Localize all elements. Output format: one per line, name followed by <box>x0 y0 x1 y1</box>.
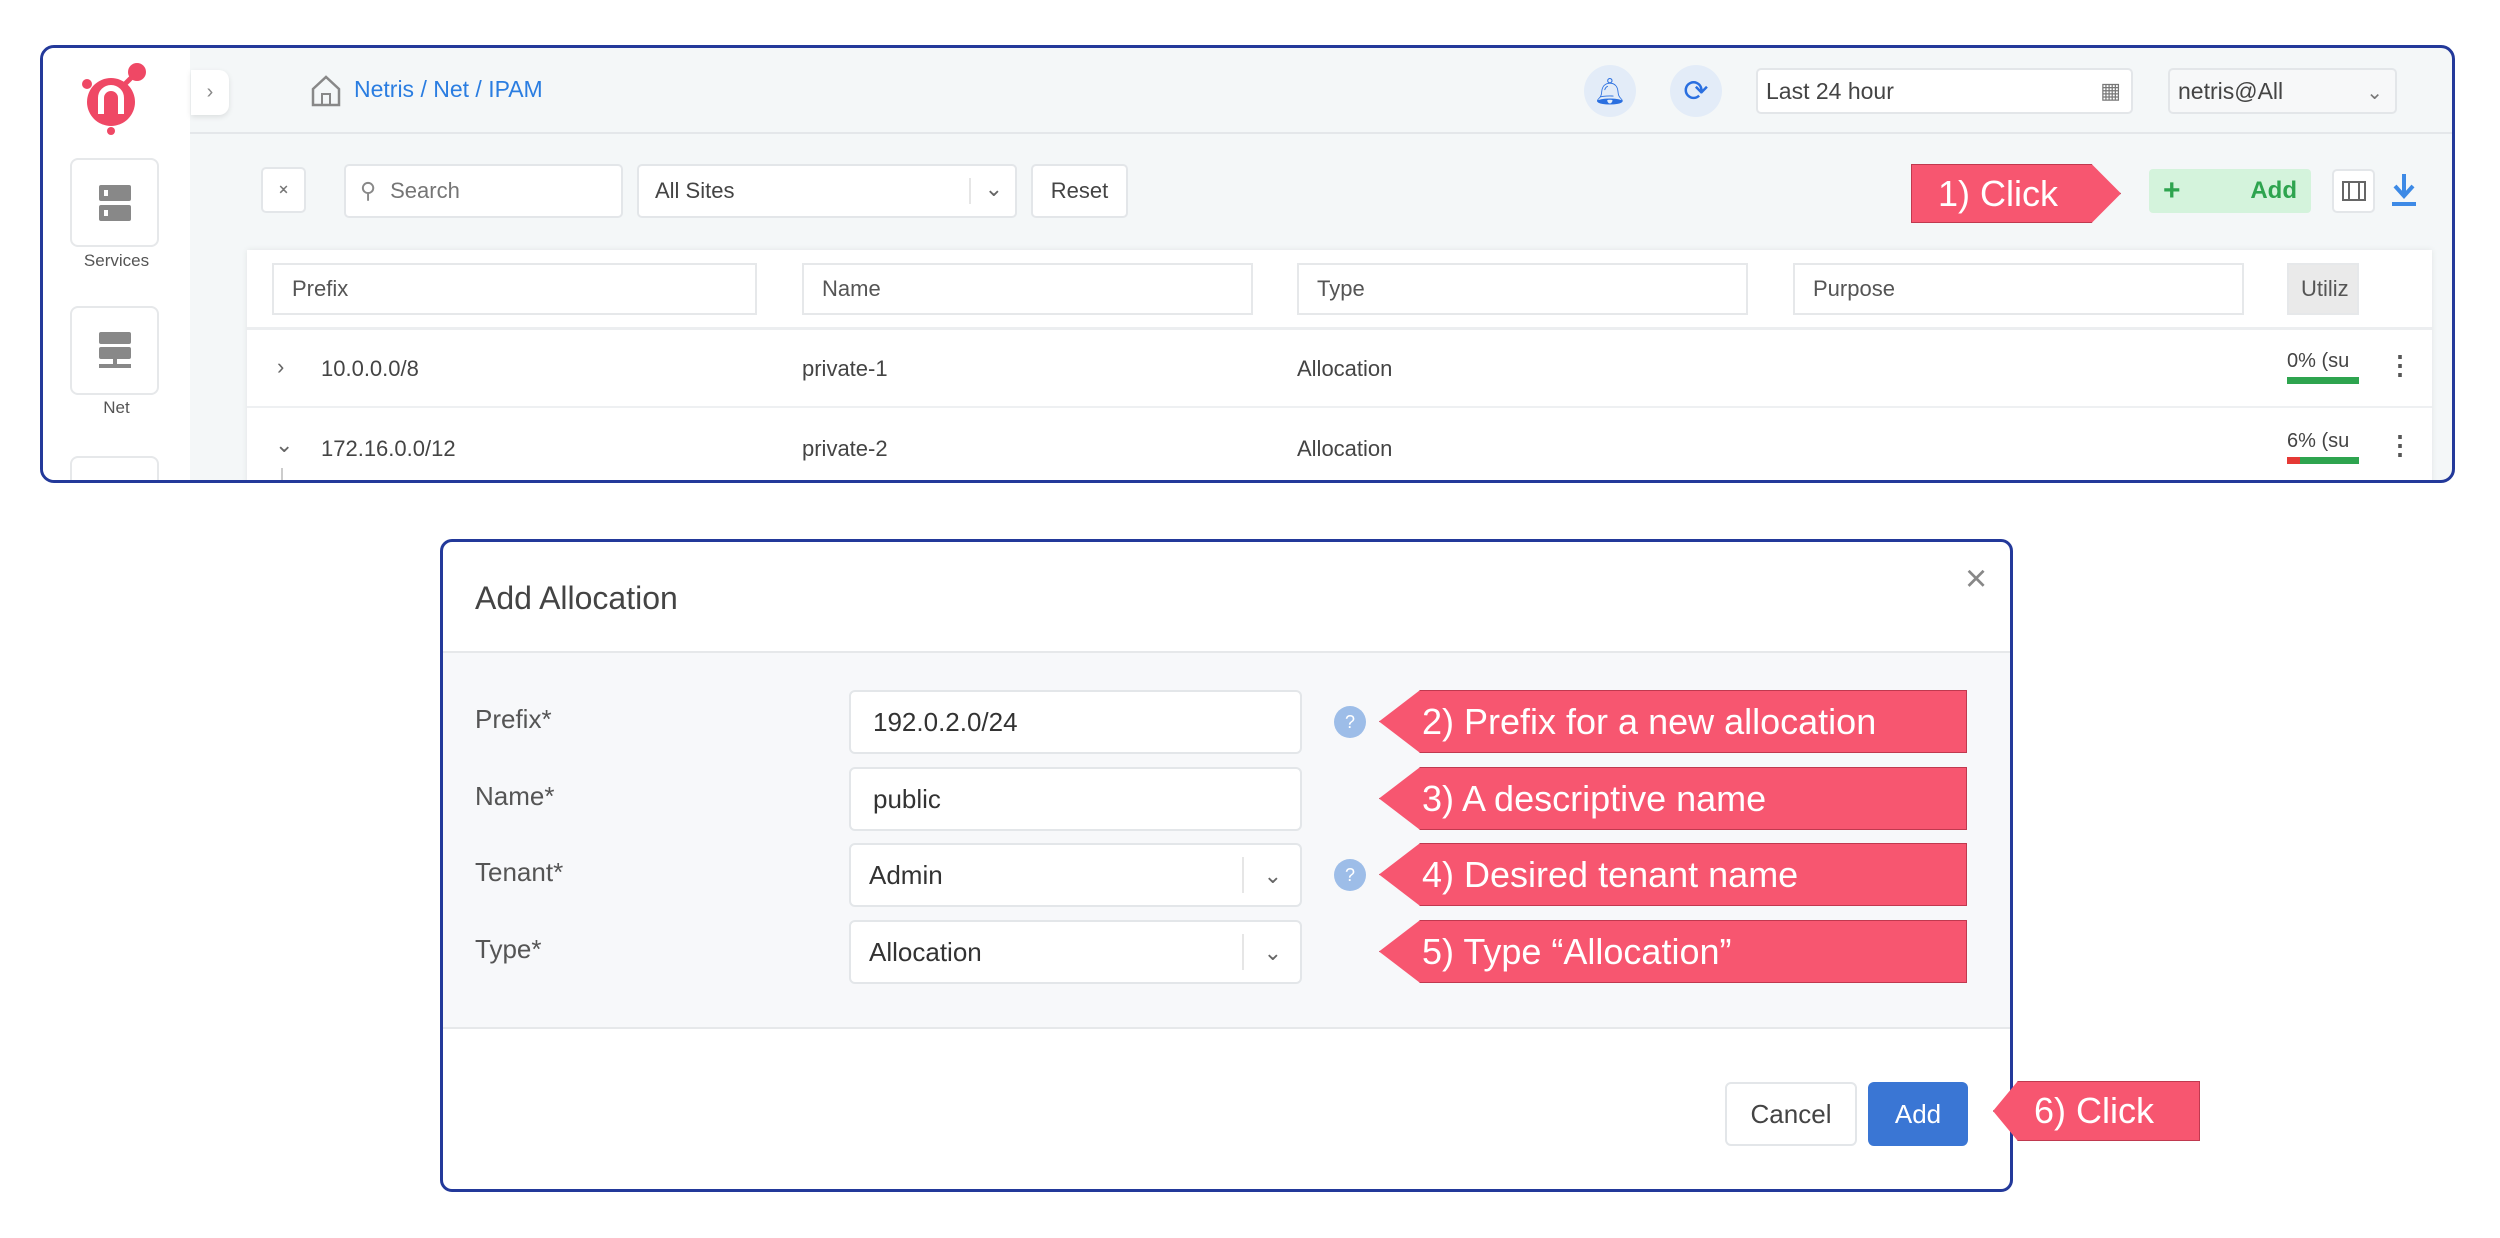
add-allocation-dialog: Add Allocation × Prefix* 192.0.2.0/24 ? … <box>440 539 2013 1192</box>
chevron-down-icon: ⌄ <box>984 176 1003 201</box>
annotation-step6: 6) Click <box>1993 1081 2200 1141</box>
annotation-step3: 3) A descriptive name <box>1379 767 1967 830</box>
utilization-bar <box>2287 377 2359 384</box>
type-label: Type* <box>475 934 542 964</box>
column-header-type[interactable]: Type <box>1297 263 1748 315</box>
chevron-down-icon: ⌄ <box>1263 863 1282 888</box>
breadcrumb[interactable]: Netris / Net / IPAM <box>354 76 543 103</box>
row-menu-icon[interactable]: ⋮ <box>2387 350 2413 381</box>
cancel-button[interactable]: Cancel <box>1725 1082 1857 1146</box>
sidebar-item-label: Services <box>83 251 150 270</box>
annotation-step5: 5) Type “Allocation” <box>1379 920 1967 983</box>
tenant-label: Tenant* <box>475 857 564 887</box>
sidebar-item-more[interactable] <box>70 456 159 480</box>
column-header-name[interactable]: Name <box>802 263 1253 315</box>
search-input[interactable]: ⚲ <box>344 164 623 218</box>
submit-add-button[interactable]: Add <box>1868 1082 1968 1146</box>
cell-type: Allocation <box>1297 356 1393 381</box>
add-button-label: Add <box>2250 177 2297 204</box>
annotation-step4: 4) Desired tenant name <box>1379 843 1967 906</box>
collapse-icon: ⌄ ⌃ <box>275 174 292 206</box>
utilization-bar <box>2287 457 2359 464</box>
column-header-prefix[interactable]: Prefix <box>272 263 757 315</box>
notifications-button[interactable]: 🔔︎ <box>1584 65 1636 117</box>
name-label: Name* <box>475 781 555 811</box>
plus-icon: + <box>2163 174 2181 207</box>
annotation-step1: 1) Click <box>1911 164 2121 223</box>
tenant-value: Admin <box>869 859 943 890</box>
time-range-value: Last 24 hour <box>1766 77 1894 104</box>
cell-prefix: 172.16.0.0/12 <box>321 436 456 461</box>
cell-utilization: 6% (su <box>2287 430 2350 452</box>
column-header-utilization[interactable]: Utiliz <box>2287 263 2359 315</box>
table-row[interactable]: ⌄ 172.16.0.0/12 private-2 Allocation 6% … <box>247 410 2432 480</box>
cell-type: Allocation <box>1297 436 1393 461</box>
columns-icon <box>2341 181 2366 201</box>
netris-logo <box>77 62 153 141</box>
type-select[interactable]: Allocation ⌄ <box>849 920 1302 984</box>
expand-row-icon[interactable]: › <box>277 354 284 380</box>
search-icon: ⚲ <box>360 178 377 203</box>
prefix-input[interactable]: 192.0.2.0/24 <box>849 690 1302 754</box>
help-icon[interactable]: ? <box>1334 859 1366 891</box>
header: Netris / Net / IPAM 🔔︎ ⟳ Last 24 hour ▦ … <box>190 48 2452 134</box>
cell-name: private-2 <box>802 436 888 461</box>
chevron-down-icon: ⌄ <box>1263 940 1282 965</box>
table-row[interactable]: › 10.0.0.0/8 private-1 Allocation 0% (su… <box>247 330 2432 408</box>
columns-button[interactable] <box>2332 169 2375 213</box>
sidebar-item-services[interactable] <box>70 158 159 247</box>
home-icon[interactable] <box>310 74 342 113</box>
help-icon[interactable]: ? <box>1334 706 1366 738</box>
bell-icon: 🔔︎ <box>1593 75 1627 106</box>
annotation-step2: 2) Prefix for a new allocation <box>1379 690 1967 753</box>
collapse-row-icon[interactable]: ⌄ <box>275 432 293 458</box>
dialog-title: Add Allocation <box>475 580 678 616</box>
time-range-input[interactable]: Last 24 hour ▦ <box>1756 68 2133 114</box>
ipam-table: Prefix Name Type Purpose Utiliz › 10.0.0… <box>247 250 2432 480</box>
type-value: Allocation <box>869 936 982 967</box>
tenant-select[interactable]: Admin ⌄ <box>849 843 1302 907</box>
tenant-select-value: netris@All <box>2178 77 2284 104</box>
refresh-icon: ⟳ <box>1683 74 1709 108</box>
calendar-icon: ▦ <box>2100 78 2121 103</box>
row-menu-icon[interactable]: ⋮ <box>2387 430 2413 461</box>
close-icon[interactable]: × <box>1965 558 1987 601</box>
cell-utilization: 0% (su <box>2287 350 2350 372</box>
chevron-down-icon: ⌄ <box>2366 82 2383 104</box>
collapse-all-button[interactable]: ⌄ ⌃ <box>261 167 306 213</box>
sidebar: Services Net <box>43 48 190 480</box>
table-header: Prefix Name Type Purpose Utiliz <box>247 250 2432 330</box>
reset-button[interactable]: Reset <box>1031 164 1128 218</box>
name-input[interactable]: public <box>849 767 1302 831</box>
add-button[interactable]: + Add <box>2149 169 2311 213</box>
column-header-purpose[interactable]: Purpose <box>1793 263 2244 315</box>
dialog-body: Prefix* 192.0.2.0/24 ? Name* public Tena… <box>443 651 2010 1029</box>
search-field[interactable] <box>390 178 591 204</box>
refresh-button[interactable]: ⟳ <box>1670 65 1722 117</box>
sidebar-item-net[interactable] <box>70 306 159 395</box>
ipam-page: Services Net › Netris / Net / IPAM 🔔︎ ⟳ … <box>40 45 2455 483</box>
cell-name: private-1 <box>802 356 888 381</box>
network-icon <box>98 331 131 368</box>
tenant-select[interactable]: netris@All ⌄ <box>2168 68 2397 114</box>
cell-prefix: 10.0.0.0/8 <box>321 356 419 381</box>
download-icon[interactable] <box>2389 172 2419 213</box>
name-value: public <box>873 783 941 814</box>
server-icon <box>98 184 131 221</box>
prefix-label: Prefix* <box>475 704 552 734</box>
sidebar-item-label: Net <box>103 398 130 417</box>
prefix-value: 192.0.2.0/24 <box>873 706 1018 737</box>
site-select-value: All Sites <box>655 178 735 203</box>
site-select[interactable]: All Sites ⌄ <box>637 164 1017 218</box>
